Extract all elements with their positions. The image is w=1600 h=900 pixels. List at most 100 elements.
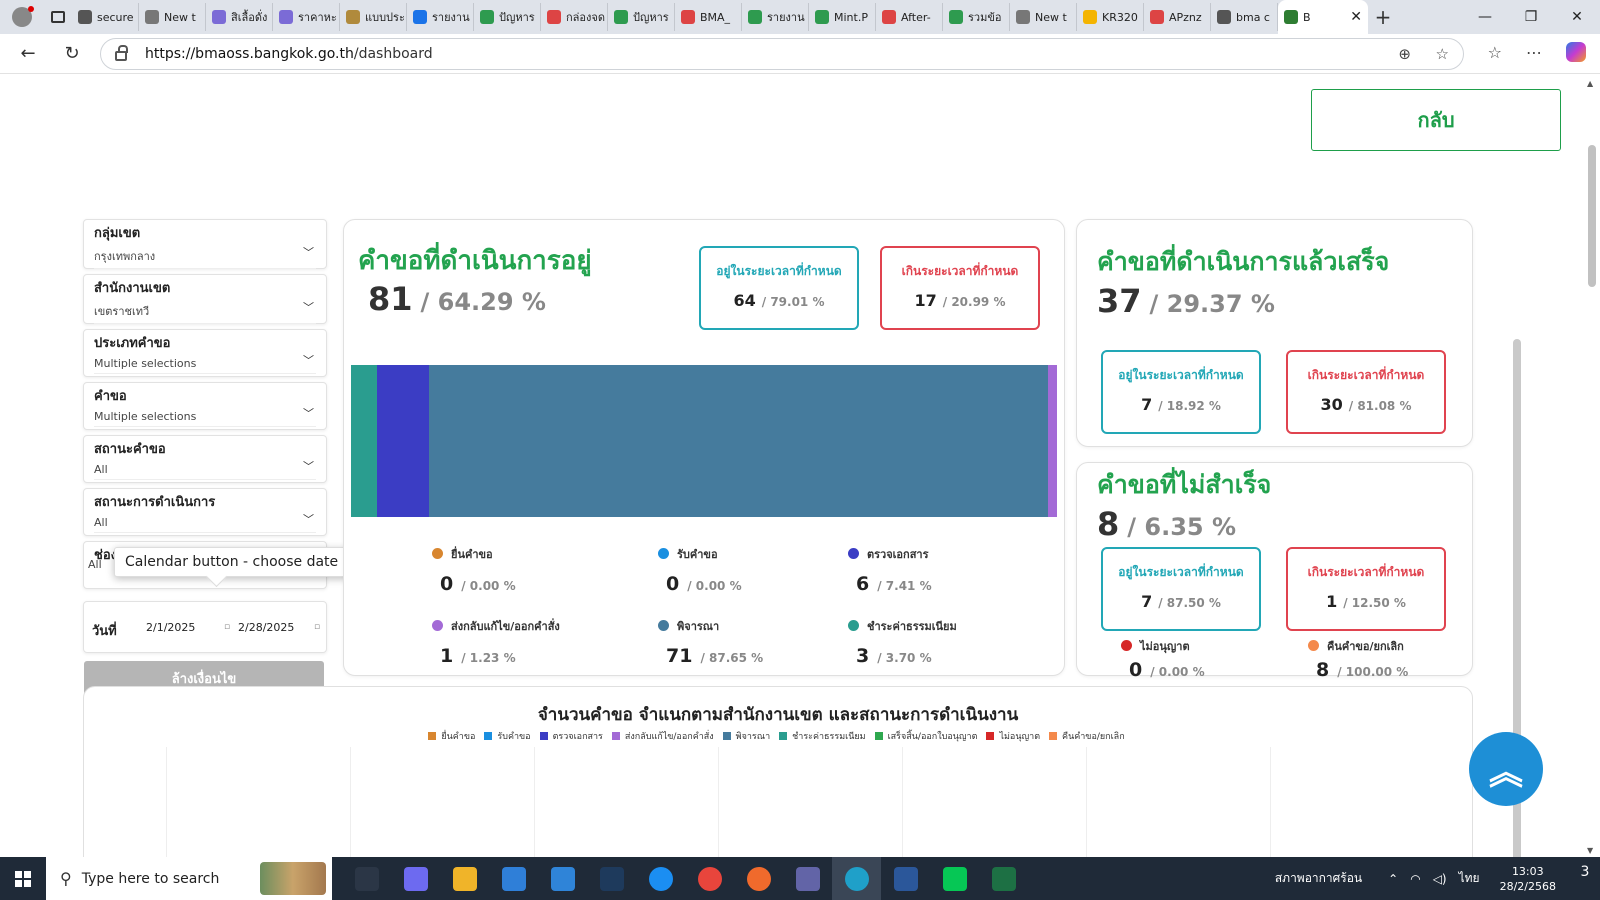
tab-favicon-icon: [212, 10, 226, 24]
teams-icon: [795, 866, 820, 891]
chart-legend-item[interactable]: เสร็จสิ้น/ออกใบอนุญาต: [874, 732, 981, 742]
bar-segment[interactable]: [429, 365, 1049, 517]
scroll-down-arrow-icon[interactable]: ▼: [1587, 846, 1593, 855]
browser-tab[interactable]: New t: [139, 3, 206, 31]
more-menu-icon[interactable]: ⋯: [1526, 43, 1542, 62]
page-scrollbar[interactable]: ▲ ▼: [1584, 75, 1600, 857]
webex-app-button[interactable]: [587, 857, 636, 900]
taskbar-search[interactable]: ⚲ Type here to search: [46, 857, 332, 900]
chart-legend-item[interactable]: ชำระค่าธรรมเนียม: [779, 732, 868, 742]
teams-app-button[interactable]: [783, 857, 832, 900]
browser-tab[interactable]: ปัญหาร: [474, 3, 541, 31]
filter-5[interactable]: สถานะการดำเนินการ All ﹀: [83, 488, 327, 536]
copilot-app-button[interactable]: [391, 857, 440, 900]
back-arrow-icon[interactable]: ←: [10, 43, 46, 64]
browser-tab[interactable]: รายงาน: [407, 3, 474, 31]
minimize-button[interactable]: —: [1462, 9, 1508, 25]
filter-2[interactable]: ประเภทคำขอ Multiple selections ﹀: [83, 329, 327, 377]
mail-app-button[interactable]: [538, 857, 587, 900]
chart-legend-item[interactable]: ตรวจเอกสาร: [539, 732, 606, 742]
close-window-button[interactable]: ✕: [1554, 9, 1600, 25]
browser-tab[interactable]: secure: [72, 3, 139, 31]
browser-tab[interactable]: กล่องจด: [541, 3, 608, 31]
legend-title: ไม่อนุญาต: [1121, 637, 1205, 655]
scroll-to-top-button[interactable]: ︽: [1469, 732, 1543, 806]
chevron-down-icon[interactable]: ﹀: [303, 244, 314, 260]
browser-tab[interactable]: New t: [1010, 3, 1077, 31]
chevron-down-icon[interactable]: ﹀: [303, 458, 314, 474]
chevron-down-icon[interactable]: ﹀: [303, 352, 314, 368]
tab-active[interactable]: B ✕: [1278, 0, 1368, 34]
calendar-icon[interactable]: ▫: [314, 622, 320, 632]
browser-tab[interactable]: BMA_: [675, 3, 742, 31]
start-button[interactable]: [0, 857, 46, 900]
zoom-icon[interactable]: ⊕: [1398, 45, 1411, 63]
bar-segment[interactable]: [377, 365, 430, 517]
line-app-button[interactable]: [930, 857, 979, 900]
new-tab-button[interactable]: +: [1368, 5, 1398, 29]
legend-count: 71: [666, 645, 693, 667]
favorites-icon[interactable]: ☆: [1488, 43, 1502, 62]
filter-4[interactable]: สถานะคำขอ All ﹀: [83, 435, 327, 483]
browser-tab[interactable]: ปัญหาร: [608, 3, 675, 31]
chart-legend-item[interactable]: คืนคำขอ/ยกเลิก: [1049, 732, 1128, 742]
scroll-up-arrow-icon[interactable]: ▲: [1587, 79, 1593, 88]
chart-legend-item[interactable]: พิจารณา: [722, 732, 774, 742]
clock[interactable]: 13:03 28/2/2568: [1500, 864, 1556, 894]
browser-tab[interactable]: KR320: [1077, 3, 1144, 31]
browser-tab[interactable]: APznz: [1144, 3, 1211, 31]
failed-legend-item: คืนคำขอ/ยกเลิก 8 / 100.00 %: [1308, 637, 1408, 681]
bar-segment[interactable]: [1048, 365, 1057, 517]
browser-tab[interactable]: bma c: [1211, 3, 1278, 31]
file-explorer-app-button[interactable]: [440, 857, 489, 900]
edge-app-button[interactable]: [832, 857, 881, 900]
browser-tab[interactable]: รวมข้อ: [943, 3, 1010, 31]
browser-tab[interactable]: ราคาหะ: [273, 3, 340, 31]
browser-tab[interactable]: แบบประ: [340, 3, 407, 31]
date-from-input[interactable]: 2/1/2025: [146, 621, 195, 634]
workspaces-icon[interactable]: [44, 0, 72, 34]
filter-1[interactable]: สำนักงานเขต เขตราชเทวี ﹀: [83, 274, 327, 324]
chart-legend-item[interactable]: ยื่นคำขอ: [428, 732, 478, 742]
scrollbar-thumb[interactable]: [1588, 145, 1596, 287]
date-to-input[interactable]: 2/28/2025: [238, 621, 294, 634]
refresh-icon[interactable]: ↻: [54, 43, 90, 64]
volume-icon[interactable]: ◁): [1433, 872, 1447, 886]
store-app-button[interactable]: [489, 857, 538, 900]
tab-bar: secure New t สิเลื้อดั่ง ราคาหะ แบบประ รายงาน…: [0, 0, 1600, 34]
chart-legend-item[interactable]: รับคำขอ: [484, 732, 533, 742]
task-view-app-button[interactable]: [342, 857, 391, 900]
chevron-down-icon[interactable]: ﹀: [303, 299, 314, 315]
url-input[interactable]: https://bmaoss.bangkok.go.th/dashboard ⊕…: [100, 38, 1464, 70]
notification-count[interactable]: 3: [1570, 864, 1600, 894]
browser-tab[interactable]: รายงาน: [742, 3, 809, 31]
filter-3[interactable]: คำขอ Multiple selections ﹀: [83, 382, 327, 430]
chevron-down-icon[interactable]: ﹀: [303, 405, 314, 421]
profile-avatar[interactable]: [0, 0, 44, 34]
chrome-app-button[interactable]: [685, 857, 734, 900]
weather-widget[interactable]: สภาพอากาศร้อน: [1275, 869, 1362, 888]
ie-app-button[interactable]: [636, 857, 685, 900]
network-icon[interactable]: ◠: [1410, 872, 1420, 886]
firefox-app-button[interactable]: [734, 857, 783, 900]
browser-tab[interactable]: สิเลื้อดั่ง: [206, 3, 273, 31]
chart-legend-item[interactable]: ไม่อนุญาต: [986, 732, 1043, 742]
word-app-button[interactable]: [881, 857, 930, 900]
tab-close-icon[interactable]: ✕: [1350, 9, 1362, 25]
browser-tab[interactable]: After-: [876, 3, 943, 31]
copilot-icon[interactable]: [1566, 42, 1586, 62]
bar-segment[interactable]: [351, 365, 378, 517]
language-indicator[interactable]: ไทย: [1459, 869, 1480, 888]
chart-legend-item[interactable]: ส่งกลับแก้ไข/ออกคำสั่ง: [611, 732, 717, 742]
favorite-star-icon[interactable]: ☆: [1436, 45, 1449, 63]
chevron-down-icon[interactable]: ﹀: [303, 511, 314, 527]
filter-0[interactable]: กลุ่มเขต กรุงเทพกลาง ﹀: [83, 219, 327, 269]
back-button[interactable]: กลับ: [1311, 89, 1561, 151]
chevron-up-icon[interactable]: ⌃: [1388, 872, 1398, 886]
chart-gridline: [1270, 747, 1271, 857]
maximize-button[interactable]: ❐: [1508, 9, 1554, 25]
excel-app-button[interactable]: [979, 857, 1028, 900]
in-progress-in-time-box: อยู่ในระยะเวลาที่กำหนด 64 / 79.01 %: [699, 246, 859, 330]
calendar-icon[interactable]: ▫: [224, 622, 230, 632]
browser-tab[interactable]: Mint.P: [809, 3, 876, 31]
